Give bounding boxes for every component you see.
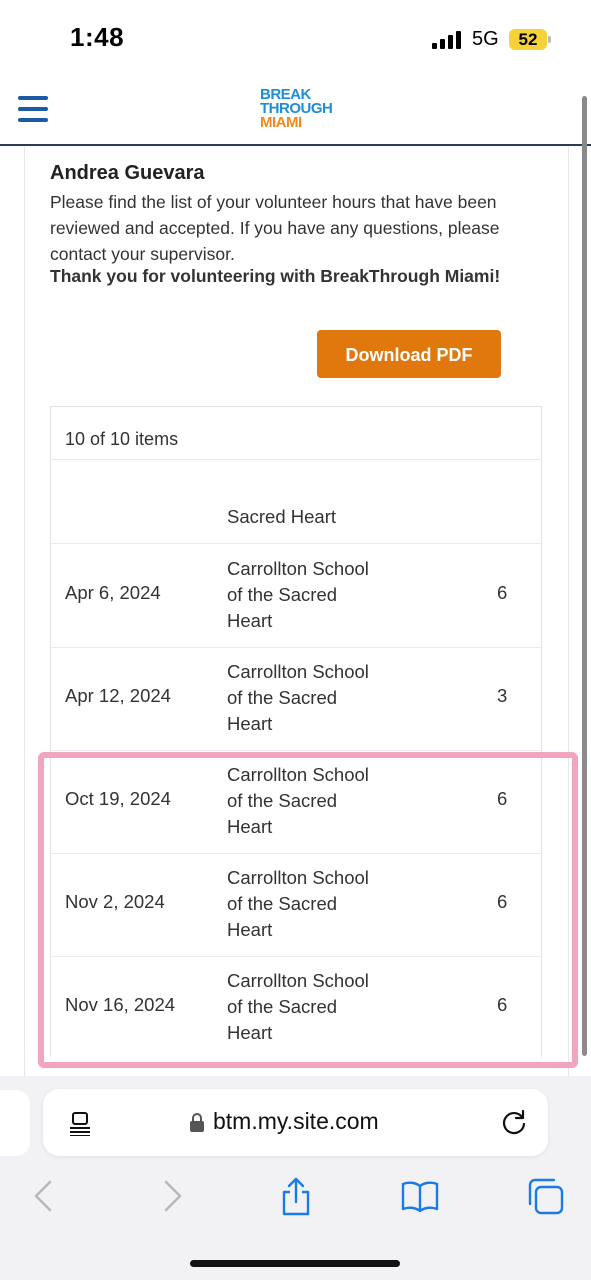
battery-tip — [548, 36, 551, 43]
logo-text-miami: MIAMI — [260, 114, 302, 131]
page-menu-icon[interactable] — [69, 1110, 91, 1136]
url-text[interactable]: btm.my.site.com — [213, 1108, 379, 1135]
site-header: BREAK THROUGH MIAMI — [0, 80, 591, 146]
table-row: Apr 12, 2024 Carrollton School of the Sa… — [51, 647, 541, 751]
item-count: 10 of 10 items — [65, 429, 179, 449]
hamburger-menu-icon[interactable] — [18, 96, 48, 122]
signal-icon — [432, 31, 464, 49]
volunteer-name: Andrea Guevara — [50, 162, 205, 184]
row-hours: 3 — [497, 685, 508, 706]
divider — [51, 459, 541, 460]
row-date: Apr 6, 2024 — [65, 582, 161, 603]
status-bar: 1:48 5G 52 — [0, 0, 591, 80]
download-pdf-button[interactable]: Download PDF — [317, 330, 501, 378]
row-organization: Carrollton School of the Sacred Heart — [227, 558, 369, 631]
battery-icon: 52 — [509, 29, 547, 50]
reload-icon[interactable] — [500, 1108, 528, 1136]
lock-icon — [190, 1113, 204, 1132]
row-organization: Carrollton School of the Sacred Heart — [227, 661, 369, 734]
previous-tab-preview[interactable] — [0, 1090, 30, 1156]
status-time: 1:48 — [70, 22, 125, 52]
partial-row-org: Sacred Heart — [227, 506, 336, 527]
table-row: Apr 6, 2024 Carrollton School of the Sac… — [51, 544, 541, 648]
intro-text: Please find the list of your volunteer h… — [50, 192, 500, 264]
highlight-annotation — [38, 752, 578, 1068]
thank-you-text: Thank you for volunteering with BreakThr… — [50, 266, 501, 286]
bookmarks-icon[interactable] — [400, 1176, 440, 1216]
forward-icon[interactable] — [152, 1176, 192, 1216]
breakthrough-miami-logo[interactable]: BREAK THROUGH MIAMI — [260, 87, 336, 136]
home-indicator — [190, 1260, 400, 1267]
back-icon[interactable] — [24, 1176, 64, 1216]
tabs-icon[interactable] — [526, 1176, 566, 1216]
page-scrollbar[interactable] — [582, 96, 587, 1056]
network-type: 5G — [472, 28, 499, 50]
share-icon[interactable] — [276, 1176, 316, 1216]
row-date: Apr 12, 2024 — [65, 685, 171, 706]
row-hours: 6 — [497, 582, 508, 603]
